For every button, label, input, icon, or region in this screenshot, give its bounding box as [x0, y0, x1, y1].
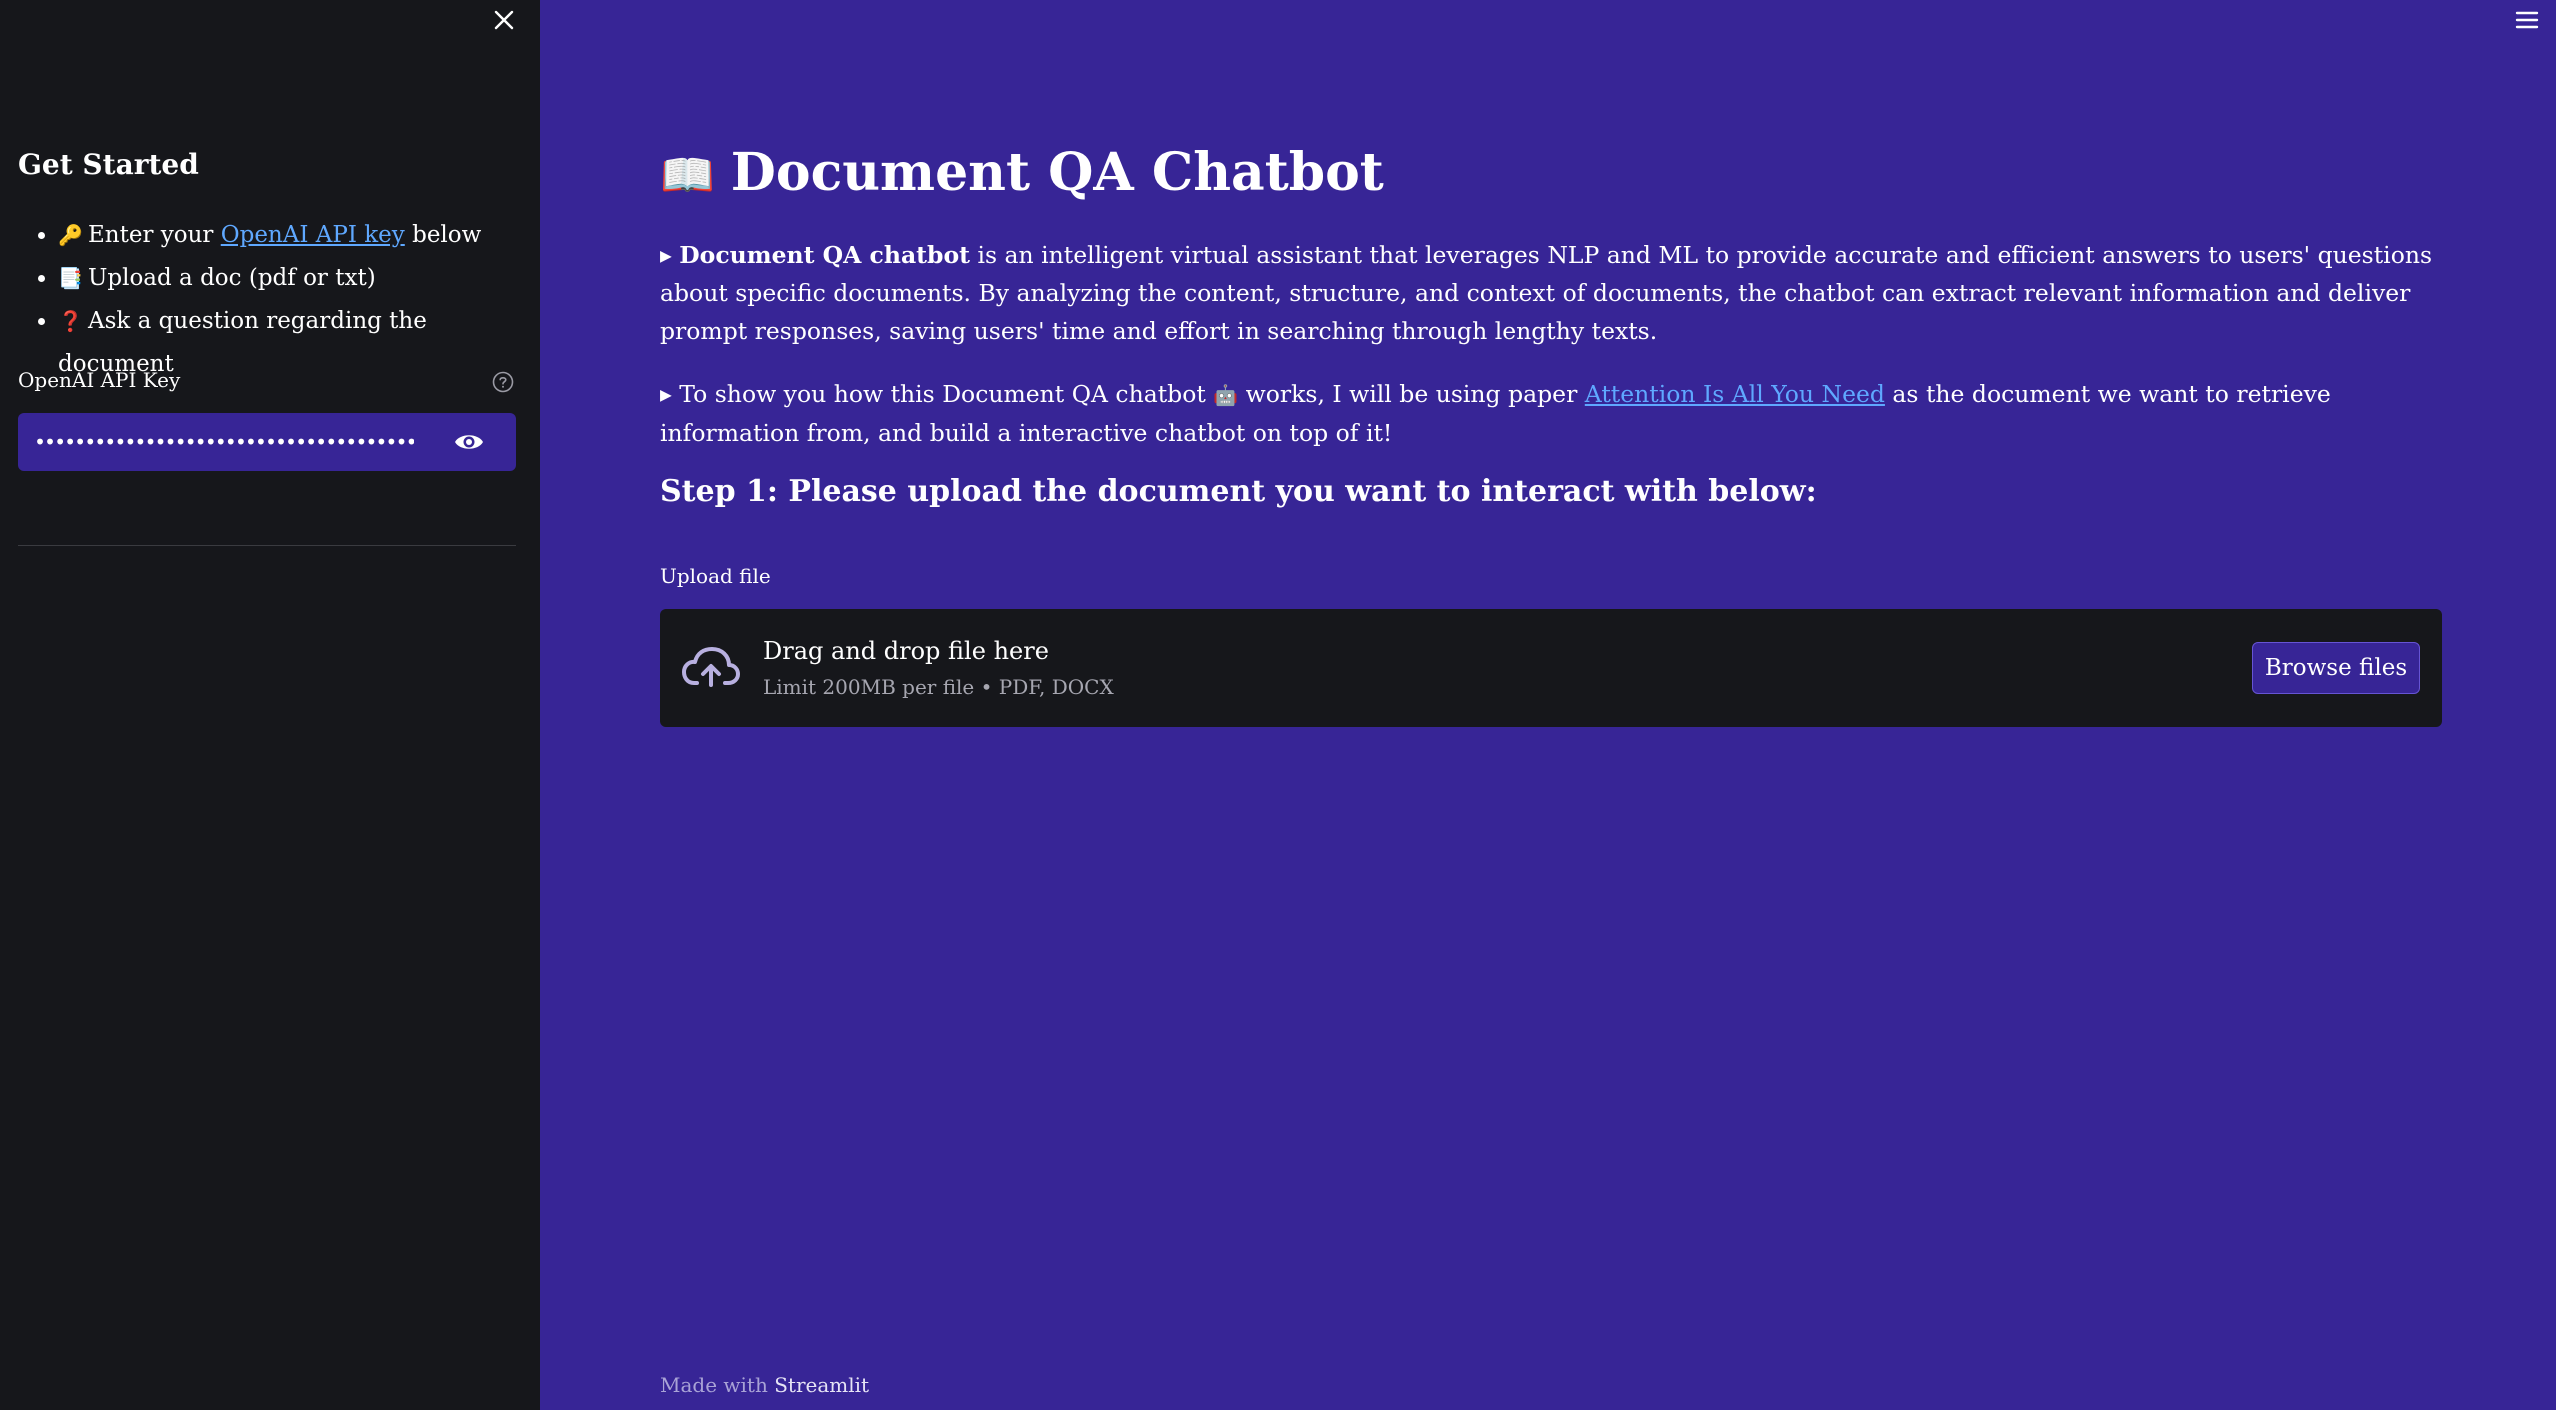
upload-label: Upload file [660, 564, 771, 588]
demo-paragraph: ▸ To show you how this Document QA chatb… [660, 375, 2444, 452]
help-icon[interactable] [492, 371, 514, 393]
file-dropzone[interactable]: Drag and drop file here Limit 200MB per … [660, 609, 2442, 727]
intro-bold-text: Document QA chatbot [679, 241, 970, 269]
show-password-eye-icon[interactable] [454, 430, 484, 454]
question-mark-icon: ❓ [58, 309, 83, 333]
bookmark-tabs-icon: 📑 [58, 266, 83, 290]
hamburger-menu-icon [2515, 11, 2539, 29]
openai-api-key-link[interactable]: OpenAI API key [221, 222, 405, 248]
step-heading: Step 1: Please upload the document you w… [660, 474, 1817, 509]
page-title-text: Document QA Chatbot [730, 142, 1384, 203]
page-title: 📖 Document QA Chatbot [660, 142, 1384, 203]
close-sidebar-button[interactable] [488, 4, 520, 36]
demo-text: works, I will be using paper [1238, 380, 1585, 408]
step-text: Enter your [88, 222, 221, 248]
footer: Made with Streamlit [660, 1373, 869, 1397]
close-icon [494, 10, 514, 30]
sidebar-divider [18, 545, 516, 546]
key-icon: 🔑 [58, 223, 83, 247]
paper-link[interactable]: Attention Is All You Need [1585, 380, 1885, 408]
step-text: Upload a doc (pdf or txt) [88, 265, 376, 291]
browse-files-button[interactable]: Browse files [2252, 642, 2420, 694]
dropzone-title: Drag and drop file here [763, 637, 1049, 665]
api-key-field [18, 413, 516, 471]
intro-paragraph: ▸ Document QA chatbot is an intelligent … [660, 236, 2444, 350]
triangle-marker-icon: ▸ [660, 241, 680, 269]
api-key-label: OpenAI API Key [18, 368, 181, 392]
dropzone-subtitle: Limit 200MB per file • PDF, DOCX [763, 675, 1114, 699]
steps-list: 🔑Enter your OpenAI API key below 📑Upload… [18, 214, 540, 386]
list-item: 🔑Enter your OpenAI API key below [58, 214, 540, 257]
open-book-icon: 📖 [660, 150, 715, 201]
sidebar: Get Started 🔑Enter your OpenAI API key b… [0, 0, 540, 1410]
sidebar-title: Get Started [18, 148, 199, 181]
robot-icon: 🤖 [1213, 383, 1239, 407]
triangle-marker-icon: ▸ [660, 380, 680, 408]
step-text: below [404, 222, 482, 248]
footer-prefix: Made with [660, 1373, 775, 1397]
streamlit-link[interactable]: Streamlit [774, 1373, 869, 1397]
list-item: 📑Upload a doc (pdf or txt) [58, 257, 540, 300]
main-menu-button[interactable] [2510, 4, 2544, 36]
step-text: Ask a question regarding the document [58, 308, 427, 377]
demo-text: To show you how this Document QA chatbot [679, 380, 1214, 408]
cloud-upload-icon [682, 647, 740, 687]
api-key-input[interactable] [32, 429, 416, 455]
